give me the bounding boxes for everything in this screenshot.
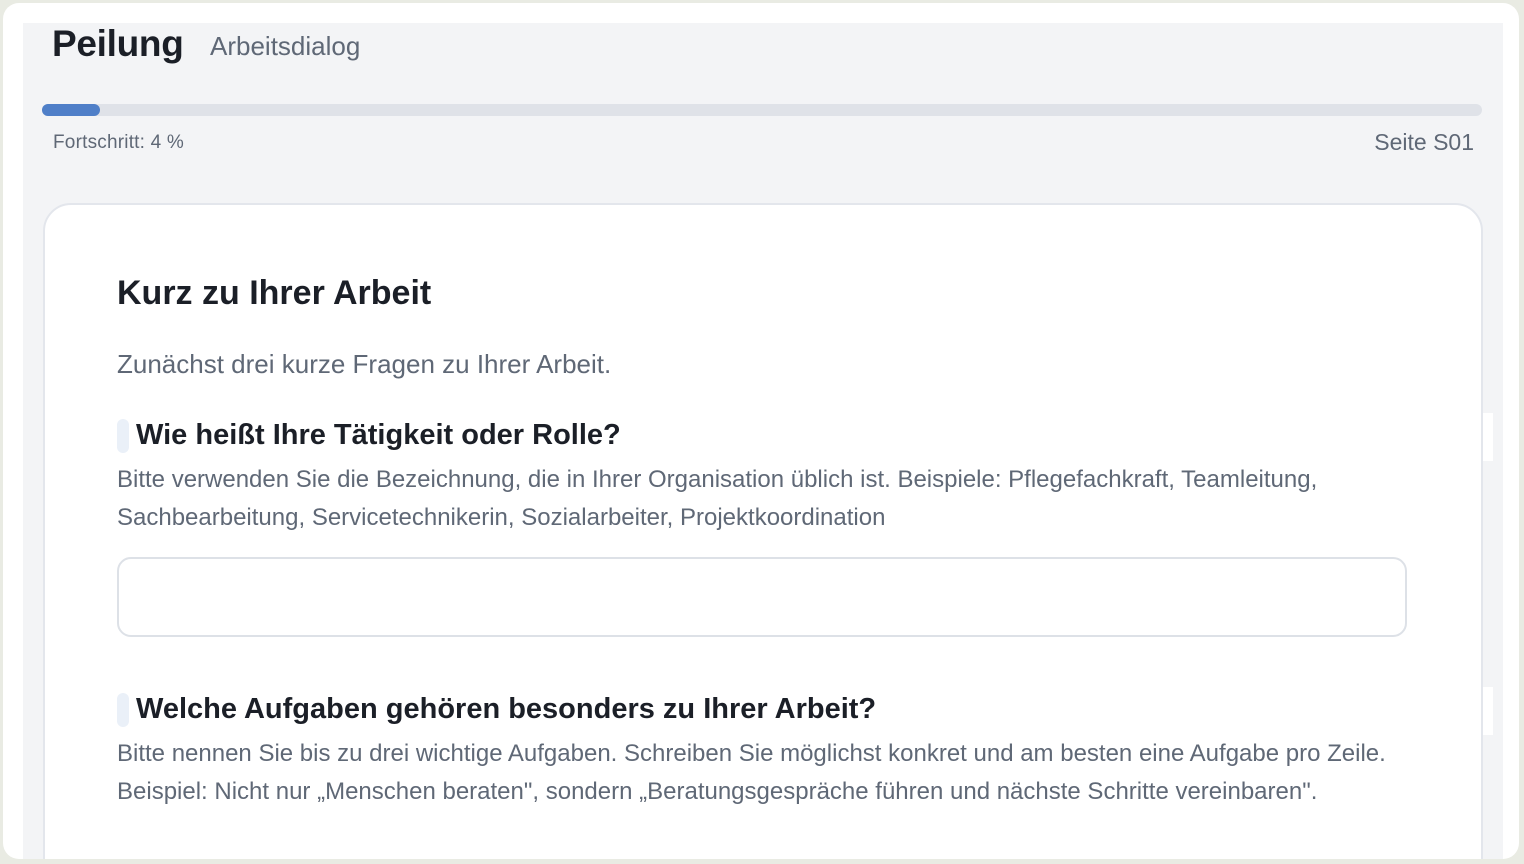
- window-frame: Peilung Arbeitsdialog Fortschritt: 4 % S…: [3, 3, 1519, 859]
- question-marker: [117, 419, 129, 453]
- question-2-hint: Bitte nennen Sie bis zu drei wichtige Au…: [117, 740, 1386, 805]
- edge-tab: [1483, 687, 1493, 735]
- question-card: Kurz zu Ihrer Arbeit Zunächst drei kurze…: [43, 203, 1483, 859]
- section-heading: Kurz zu Ihrer Arbeit: [117, 274, 432, 312]
- question-1-label: Wie heißt Ihre Tätigkeit oder Rolle?: [136, 419, 621, 451]
- page-title: Peilung: [52, 23, 184, 64]
- page-indicator: Seite S01: [1374, 129, 1474, 155]
- question-1-hint: Bitte verwenden Sie die Bezeichnung, die…: [117, 466, 1318, 531]
- edge-tab: [1483, 413, 1493, 461]
- section-intro: Zunächst drei kurze Fragen zu Ihrer Arbe…: [117, 349, 612, 379]
- question-marker: [117, 693, 129, 727]
- page-subtitle: Arbeitsdialog: [210, 31, 361, 61]
- role-input[interactable]: [117, 557, 1407, 637]
- question-2-label: Welche Aufgaben gehören besonders zu Ihr…: [136, 693, 877, 725]
- progress-bar: [42, 104, 1482, 116]
- survey-app: Peilung Arbeitsdialog Fortschritt: 4 % S…: [23, 23, 1503, 859]
- progress-bar-fill: [42, 104, 100, 116]
- progress-label: Fortschritt: 4 %: [53, 132, 184, 153]
